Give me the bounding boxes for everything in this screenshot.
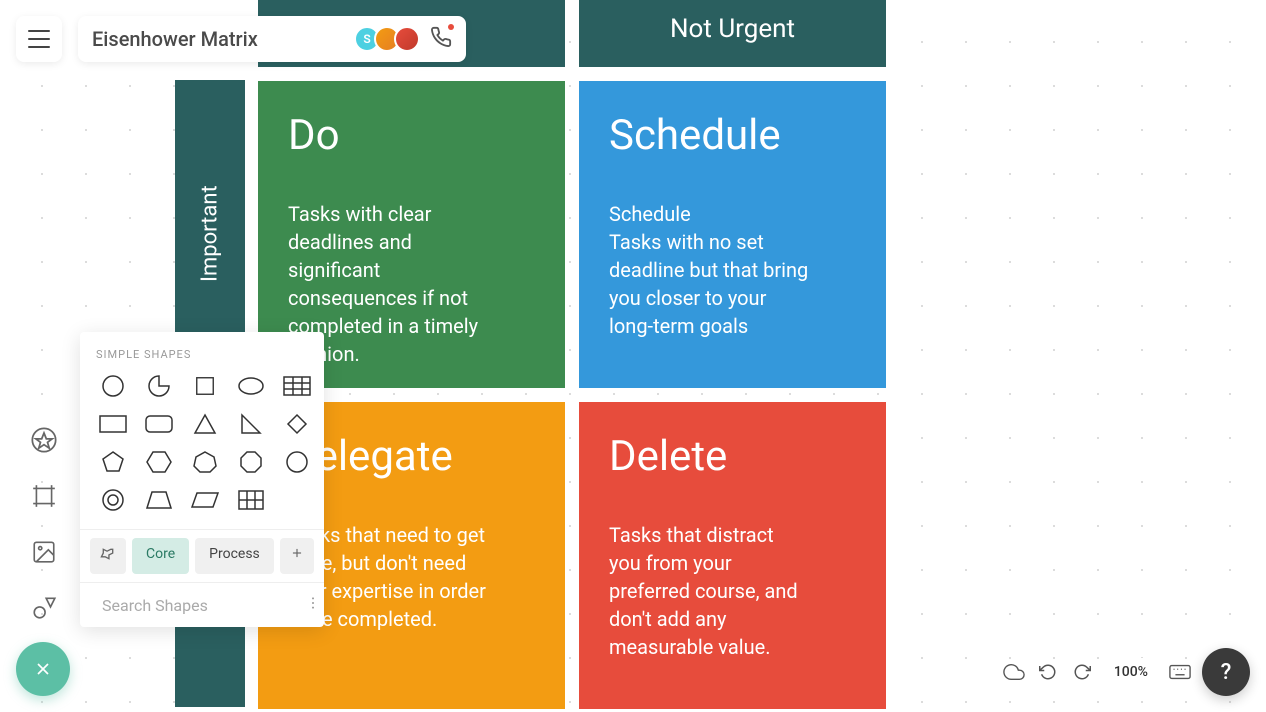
bottom-controls: 100% ? bbox=[1002, 648, 1250, 696]
shape-ring-icon[interactable] bbox=[94, 485, 132, 515]
tab-process[interactable]: Process bbox=[195, 538, 274, 574]
shape-circle-icon[interactable] bbox=[94, 371, 132, 401]
image-tool-icon[interactable] bbox=[24, 532, 64, 572]
shape-rounded-rect-icon[interactable] bbox=[140, 409, 178, 439]
shape-parallelogram-icon[interactable] bbox=[186, 485, 224, 515]
help-button[interactable]: ? bbox=[1202, 648, 1250, 696]
document-title[interactable]: Eisenhower Matrix bbox=[92, 27, 258, 51]
more-options-icon[interactable] bbox=[305, 595, 321, 615]
shapes-tool-icon[interactable] bbox=[24, 588, 64, 628]
redo-icon[interactable] bbox=[1070, 660, 1094, 684]
quad-title: Schedule bbox=[609, 111, 856, 160]
frame-tool-icon[interactable] bbox=[24, 476, 64, 516]
header-not-urgent: Not Urgent bbox=[579, 0, 886, 67]
shape-rectangle-icon[interactable] bbox=[94, 409, 132, 439]
shapes-grid bbox=[80, 371, 324, 529]
close-button[interactable] bbox=[16, 642, 70, 696]
shape-diamond-icon[interactable] bbox=[278, 409, 316, 439]
shape-ellipse-icon[interactable] bbox=[232, 371, 270, 401]
quad-body: Tasks that distract you from your prefer… bbox=[609, 521, 809, 661]
shape-decagon-icon[interactable] bbox=[278, 447, 316, 477]
quad-title: Do bbox=[288, 111, 535, 160]
shape-square-icon[interactable] bbox=[186, 371, 224, 401]
shape-table-icon[interactable] bbox=[278, 371, 316, 401]
shape-octagon-icon[interactable] bbox=[232, 447, 270, 477]
quad-body: Schedule Tasks with no set deadline but … bbox=[609, 200, 809, 340]
quadrant-delete[interactable]: Delete Tasks that distract you from your… bbox=[579, 402, 886, 709]
cloud-sync-icon[interactable] bbox=[1002, 660, 1026, 684]
shape-pie-icon[interactable] bbox=[140, 371, 178, 401]
shape-right-triangle-icon[interactable] bbox=[232, 409, 270, 439]
call-indicator-dot bbox=[448, 24, 454, 30]
tab-pin-icon[interactable] bbox=[90, 538, 126, 574]
zoom-level[interactable]: 100% bbox=[1104, 658, 1158, 686]
call-button[interactable] bbox=[430, 26, 452, 52]
title-bar: Eisenhower Matrix S bbox=[78, 16, 466, 62]
quad-title: Delegate bbox=[288, 432, 535, 481]
left-toolbar bbox=[24, 420, 64, 628]
quad-title: Delete bbox=[609, 432, 856, 481]
undo-icon[interactable] bbox=[1036, 660, 1060, 684]
avatar[interactable] bbox=[394, 26, 420, 52]
shape-grid-icon[interactable] bbox=[232, 485, 270, 515]
tab-add-icon[interactable] bbox=[280, 538, 314, 574]
quadrant-schedule[interactable]: Schedule Schedule Tasks with no set dead… bbox=[579, 81, 886, 388]
shape-pentagon-icon[interactable] bbox=[94, 447, 132, 477]
search-shapes-input[interactable] bbox=[102, 596, 305, 615]
shape-trapezoid-icon[interactable] bbox=[140, 485, 178, 515]
keyboard-icon[interactable] bbox=[1168, 660, 1192, 684]
shape-search bbox=[80, 582, 324, 627]
shape-triangle-icon[interactable] bbox=[186, 409, 224, 439]
shape-hexagon-icon[interactable] bbox=[140, 447, 178, 477]
menu-button[interactable] bbox=[16, 16, 62, 62]
shapes-panel: SIMPLE SHAPES Core Process bbox=[80, 332, 324, 627]
collaborator-avatars[interactable]: S bbox=[360, 26, 420, 52]
tab-core[interactable]: Core bbox=[132, 538, 189, 574]
shapes-panel-label: SIMPLE SHAPES bbox=[80, 348, 324, 371]
shape-heptagon-icon[interactable] bbox=[186, 447, 224, 477]
star-tool-icon[interactable] bbox=[24, 420, 64, 460]
shape-tabs: Core Process bbox=[80, 529, 324, 582]
shape-empty bbox=[278, 485, 316, 515]
